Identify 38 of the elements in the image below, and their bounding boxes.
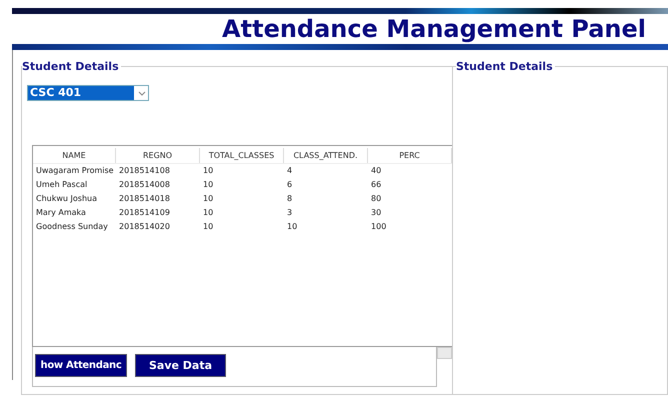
column-header[interactable]: TOTAL_CLASSES bbox=[200, 148, 284, 163]
group-title: Student Details bbox=[22, 60, 121, 73]
table-cell-text: 80 bbox=[370, 193, 382, 205]
table-cell-text: Chukwu Joshua bbox=[35, 193, 98, 205]
column-header[interactable]: REGNO bbox=[116, 148, 200, 163]
table-cell-text: 8 bbox=[286, 193, 294, 205]
table-cell-text: 40 bbox=[370, 165, 382, 177]
course-select[interactable]: CSC 401 bbox=[27, 85, 149, 101]
table-cell-text: 10 bbox=[202, 221, 214, 233]
window-title: Attendance Management Panel bbox=[222, 15, 646, 43]
column-header[interactable]: PERC bbox=[368, 148, 452, 163]
table-cell-text: 2018514108 bbox=[118, 165, 171, 177]
table-cell-text: 10 bbox=[286, 221, 298, 233]
table-cell-text: 4 bbox=[286, 165, 294, 177]
table-cell-text: 6 bbox=[286, 179, 294, 191]
table-cell-text: 2018514020 bbox=[118, 221, 171, 233]
caret-icon bbox=[138, 90, 146, 96]
table-cell-text: 10 bbox=[202, 165, 214, 177]
table-cell-text: 3 bbox=[286, 207, 294, 219]
table-cell-text: Uwagaram Promise bbox=[35, 165, 115, 177]
table-cell-text: 10 bbox=[202, 207, 214, 219]
table-cell-text: 100 bbox=[370, 221, 388, 233]
action-button[interactable]: Save Data bbox=[135, 354, 226, 377]
table-cell-text: 10 bbox=[202, 179, 214, 191]
table-cell-text: 10 bbox=[202, 193, 214, 205]
table-cell-text: Mary Amaka bbox=[35, 207, 87, 219]
table-cell-text: Goodness Sunday bbox=[35, 221, 109, 233]
table-cell-text: Umeh Pascal bbox=[35, 179, 88, 191]
group-title: Student Details bbox=[456, 60, 555, 73]
table-cell-text: 30 bbox=[370, 207, 382, 219]
table-cell-text: 2018514008 bbox=[118, 179, 171, 191]
column-header[interactable]: NAME bbox=[33, 148, 116, 163]
table-cell-text: 66 bbox=[370, 179, 382, 191]
table-cell-text: 2018514109 bbox=[118, 207, 171, 219]
action-button[interactable]: how Attendanc bbox=[35, 354, 127, 377]
scrollbar[interactable] bbox=[437, 347, 452, 359]
column-header[interactable]: CLASS_ATTEND. bbox=[284, 148, 368, 163]
table-cell-text: 2018514018 bbox=[118, 193, 171, 205]
